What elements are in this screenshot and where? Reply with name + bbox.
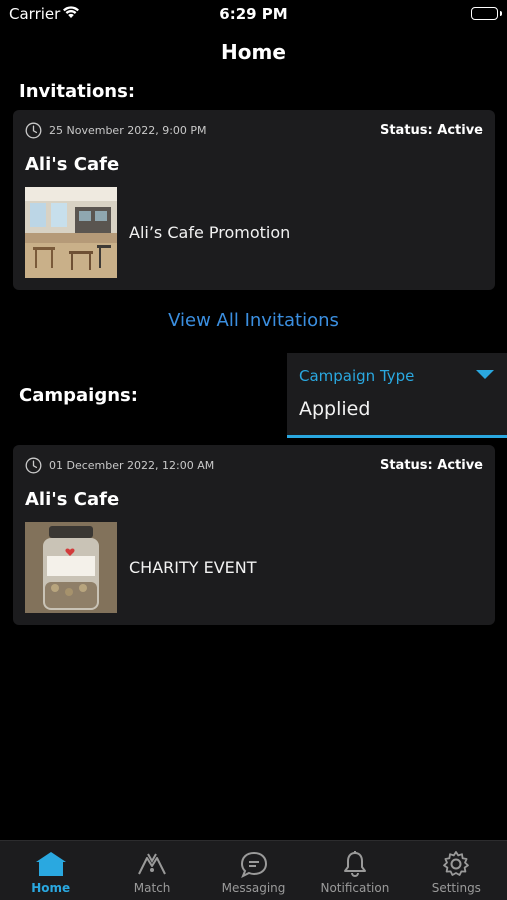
campaign-type-label: Campaign Type <box>299 367 415 385</box>
view-all-invitations-link[interactable]: View All Invitations <box>0 310 507 331</box>
messaging-icon <box>239 849 269 879</box>
campaign-business-name: Ali's Cafe <box>25 489 120 510</box>
campaign-date-row: 01 December 2022, 12:00 AM <box>25 457 214 474</box>
invitation-business-name: Ali's Cafe <box>25 154 120 175</box>
bell-icon <box>342 849 368 879</box>
invitation-date-row: 25 November 2022, 9:00 PM <box>25 122 207 139</box>
campaign-date: 01 December 2022, 12:00 AM <box>49 459 215 472</box>
page-title: Home <box>221 40 286 64</box>
tab-match-label: Match <box>133 881 171 895</box>
campaign-title: CHARITY EVENT <box>129 558 257 577</box>
campaign-status: Status: Active <box>379 458 483 473</box>
invitation-title: Ali’s Cafe Promotion <box>129 223 291 242</box>
tab-notification-label: Notification <box>320 881 390 895</box>
tab-settings[interactable]: Settings <box>406 841 507 900</box>
home-icon <box>33 849 69 879</box>
match-icon <box>135 849 169 879</box>
status-bar: Carrier 6:29 PM <box>0 0 507 30</box>
tab-settings-label: Settings <box>431 881 481 895</box>
gear-icon <box>442 849 470 879</box>
tab-home-label: Home <box>31 881 71 895</box>
tab-messaging[interactable]: Messaging <box>203 841 304 900</box>
invitation-date: 25 November 2022, 9:00 PM <box>49 124 207 137</box>
campaign-card[interactable]: 01 December 2022, 12:00 AM Status: Activ… <box>13 445 495 625</box>
invitation-card[interactable]: 25 November 2022, 9:00 PM Status: Active… <box>13 110 495 290</box>
tab-home[interactable]: Home <box>0 841 101 900</box>
clock-icon <box>25 457 42 474</box>
tab-match[interactable]: Match <box>101 841 202 900</box>
battery-icon <box>471 7 502 20</box>
home-screen: Carrier 6:29 PM Home Invitations: 25 Nov… <box>0 0 507 900</box>
invitation-status: Status: Active <box>379 123 483 138</box>
clock-icon <box>25 122 42 139</box>
campaign-type-dropdown[interactable]: Campaign Type Applied <box>287 353 507 438</box>
invitations-heading: Invitations: <box>19 81 136 102</box>
tab-messaging-label: Messaging <box>221 881 286 895</box>
charity-jar-image <box>25 522 117 613</box>
campaigns-heading: Campaigns: <box>19 385 138 406</box>
tab-bar: Home Match Messaging Notification Settin… <box>0 840 507 900</box>
tab-notification[interactable]: Notification <box>304 841 405 900</box>
clock: 6:29 PM <box>219 5 288 23</box>
campaign-type-value: Applied <box>299 398 371 420</box>
caret-down-icon <box>476 370 494 379</box>
cafe-interior-image <box>25 187 117 278</box>
